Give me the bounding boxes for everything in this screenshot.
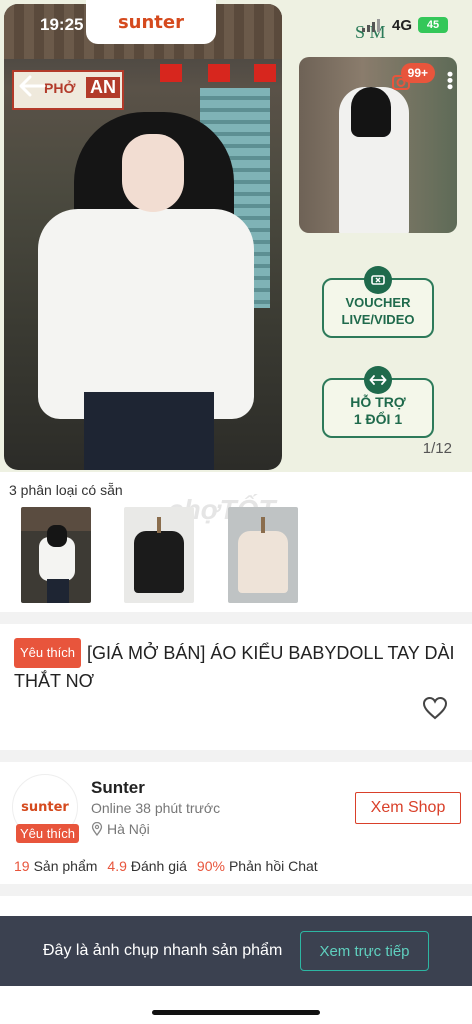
favorite-tag: Yêu thích bbox=[14, 638, 81, 668]
signal-icon bbox=[362, 19, 380, 32]
product-title: Yêu thích [GIÁ MỞ BÁN] ÁO KIỂU BABYDOLL T… bbox=[14, 638, 458, 694]
more-options-icon[interactable]: ••• bbox=[440, 71, 457, 90]
voucher-live-video-button[interactable]: VOUCHER LIVE/VIDEO bbox=[322, 266, 434, 338]
thumb-model-hair bbox=[351, 87, 391, 137]
support-label-line2: 1 ĐỔI 1 bbox=[353, 411, 403, 427]
shop-favorite-tag: Yêu thích bbox=[16, 824, 79, 843]
view-live-button[interactable]: Xem trực tiếp bbox=[300, 931, 429, 971]
shop-location-text: Hà Nội bbox=[107, 821, 150, 837]
voucher-label-line2: LIVE/VIDEO bbox=[341, 312, 415, 327]
stat-rating: 4.9 Đánh giá bbox=[107, 858, 187, 874]
network-type: 4G bbox=[392, 17, 413, 34]
location-pin-icon bbox=[91, 822, 103, 836]
shop-location: Hà Nội bbox=[91, 821, 150, 837]
model-jeans bbox=[84, 392, 214, 470]
home-indicator[interactable] bbox=[152, 1010, 320, 1015]
video-thumbnail[interactable]: 99+ ••• bbox=[299, 57, 457, 233]
brand-header: sunter bbox=[86, 0, 216, 44]
main-product-photo[interactable]: PHỞ AN bbox=[4, 4, 282, 470]
product-gallery: PHỞ AN 99+ ••• VOUCHER LIVE/VIDEO HỖ TRỢ… bbox=[0, 0, 472, 472]
flag-decoration bbox=[160, 64, 182, 82]
product-title-card: Yêu thích [GIÁ MỞ BÁN] ÁO KIỂU BABYDOLL T… bbox=[0, 624, 472, 750]
view-shop-button[interactable]: Xem Shop bbox=[355, 792, 461, 824]
shop-online-status: Online 38 phút trước bbox=[91, 800, 221, 816]
snapshot-banner: Đây là ảnh chụp nhanh sản phẩm Xem trực … bbox=[0, 916, 472, 986]
variant-thumbnail[interactable] bbox=[124, 507, 194, 603]
flag-decoration bbox=[208, 64, 230, 82]
product-page: PHỞ AN 99+ ••• VOUCHER LIVE/VIDEO HỖ TRỢ… bbox=[0, 0, 472, 1024]
stat-chat-response: 90% Phản hồi Chat bbox=[196, 858, 318, 874]
status-bar: 19:25 sunter S M 4G 45 bbox=[0, 0, 472, 44]
heart-icon bbox=[422, 696, 448, 720]
shop-stats: 19 Sản phẩm 4.9 Đánh giá 90% Phản hồi Chat bbox=[14, 858, 318, 874]
favorite-button[interactable] bbox=[422, 696, 448, 725]
image-counter: 1/12 bbox=[422, 440, 452, 457]
clock: 19:25 bbox=[40, 15, 84, 34]
variants-label: 3 phân loại có sẵn bbox=[9, 482, 123, 498]
model-blouse bbox=[38, 209, 254, 419]
battery-icon: 45 bbox=[418, 17, 448, 33]
shop-card: sunter Yêu thích Sunter Online 38 phút t… bbox=[0, 762, 472, 884]
variant-thumbnail[interactable] bbox=[228, 507, 298, 603]
back-arrow-icon bbox=[19, 75, 46, 97]
shop-name: Sunter bbox=[91, 778, 145, 797]
home-indicator-area bbox=[0, 986, 472, 1024]
ticket-icon bbox=[364, 266, 392, 294]
exchange-arrows-icon bbox=[364, 366, 392, 394]
stat-products: 19 Sản phẩm bbox=[14, 858, 98, 874]
brand-logo: sunter bbox=[117, 11, 185, 33]
flag-decoration bbox=[254, 64, 276, 82]
snapshot-message: Đây là ảnh chụp nhanh sản phẩm bbox=[43, 942, 283, 959]
sign-text-right: AN bbox=[86, 77, 120, 98]
support-label-line1: HỖ TRỢ bbox=[350, 394, 406, 410]
notification-badge: 99+ bbox=[400, 63, 435, 83]
back-button[interactable] bbox=[14, 68, 50, 104]
model-face bbox=[122, 134, 184, 212]
variant-thumbnail[interactable] bbox=[21, 507, 91, 603]
exchange-support-button[interactable]: HỖ TRỢ 1 ĐỔI 1 bbox=[322, 366, 434, 438]
shop-logo: sunter bbox=[21, 799, 69, 815]
voucher-label-line1: VOUCHER bbox=[345, 295, 411, 310]
variants-section: 3 phân loại có sẵn chợTỐT bbox=[0, 472, 472, 612]
